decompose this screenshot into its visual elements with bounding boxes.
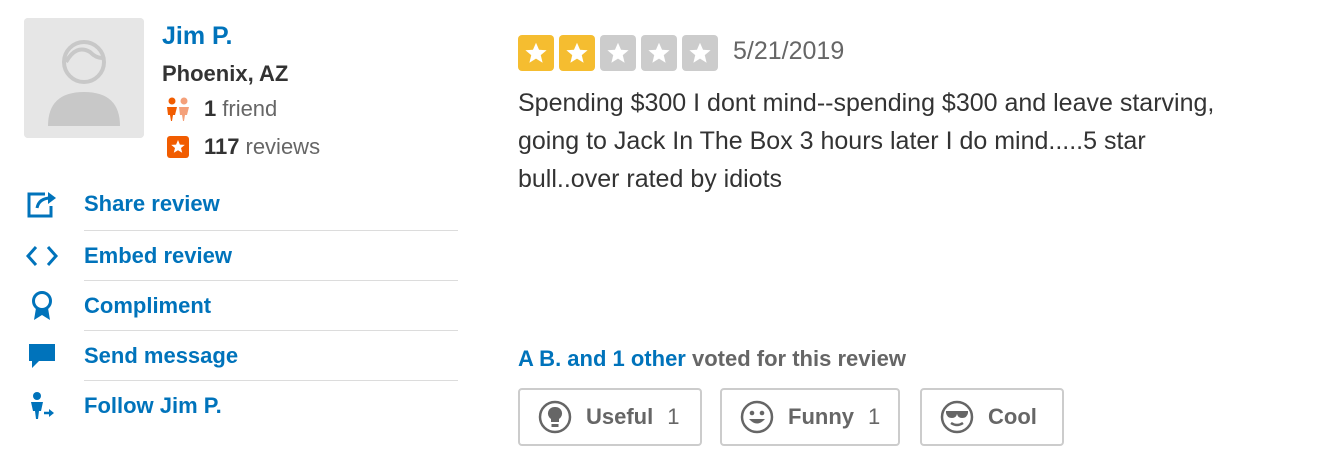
funny-count: 1 [868, 404, 881, 429]
embed-review-label: Embed review [84, 243, 232, 268]
compliment-label: Compliment [84, 293, 212, 318]
award-ribbon-icon [24, 288, 60, 324]
follow-user-icon [24, 388, 60, 424]
reviews-count: 117 [204, 134, 240, 159]
embed-review-button[interactable]: Embed review [24, 231, 458, 281]
star-icon [518, 35, 554, 71]
reviews-label: reviews [245, 134, 321, 159]
funny-label: Funny [788, 404, 854, 429]
friends-icon [164, 95, 192, 123]
useful-button[interactable]: Useful 1 [518, 388, 702, 446]
send-message-label: Send message [84, 343, 239, 368]
share-icon [24, 186, 60, 222]
message-bubble-icon [24, 338, 60, 374]
funny-button[interactable]: Funny 1 [720, 388, 900, 446]
send-message-button[interactable]: Send message [24, 331, 458, 381]
review-text: Spending $300 I dont mind--spending $300… [518, 89, 1215, 193]
lightbulb-icon [538, 400, 572, 434]
reviews-star-icon [164, 133, 192, 161]
sunglasses-face-icon [940, 400, 974, 434]
useful-count: 1 [667, 404, 680, 429]
star-rating [518, 35, 723, 71]
review-date: 5/21/2019 [733, 37, 845, 65]
reviews-stat: 117 reviews [164, 133, 320, 161]
voted-text: voted for this review [692, 346, 906, 371]
friends-label: friend [222, 96, 278, 121]
votes-summary: A B. and 1 other voted for this review [518, 346, 906, 372]
embed-code-icon [24, 238, 60, 274]
user-location: Phoenix, AZ [162, 61, 289, 86]
smiley-face-icon [740, 400, 774, 434]
user-avatar[interactable] [24, 18, 144, 138]
share-review-label: Share review [84, 191, 220, 216]
user-name-link[interactable]: Jim P. [162, 22, 232, 51]
cool-button[interactable]: Cool [920, 388, 1064, 446]
friends-stat: 1 friend [164, 95, 277, 123]
compliment-button[interactable]: Compliment [24, 281, 458, 331]
star-icon [641, 35, 677, 71]
default-avatar-icon [24, 18, 144, 138]
voters-link[interactable]: A B. and 1 other [518, 346, 686, 371]
star-icon [600, 35, 636, 71]
share-review-button[interactable]: Share review [24, 179, 458, 229]
useful-label: Useful [586, 404, 654, 429]
star-icon [559, 35, 595, 71]
friends-count: 1 [204, 96, 217, 121]
star-icon [682, 35, 718, 71]
follow-user-label: Follow Jim P. [84, 393, 222, 418]
cool-label: Cool [988, 404, 1037, 429]
follow-user-button[interactable]: Follow Jim P. [24, 381, 458, 431]
